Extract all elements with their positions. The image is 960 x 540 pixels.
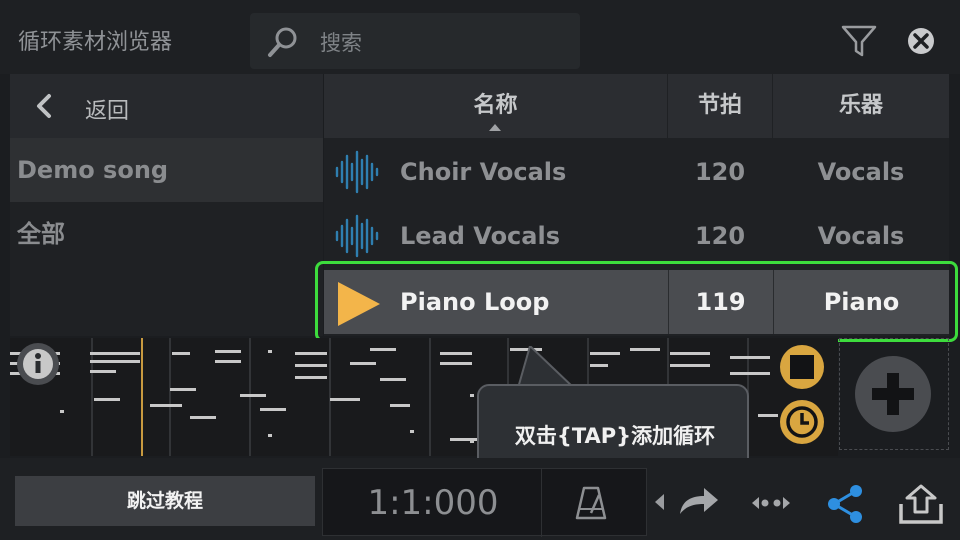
info-icon[interactable] [14, 340, 62, 388]
close-icon[interactable] [902, 22, 940, 60]
export-icon[interactable] [897, 482, 945, 526]
top-bar: 循环素材浏览器 搜索 [0, 0, 960, 74]
skip-tutorial-button[interactable]: 跳过教程 [15, 476, 315, 526]
search-icon [268, 27, 297, 57]
divider [541, 469, 542, 537]
transport-position: 1:1:000 [322, 468, 647, 537]
chevron-left-icon[interactable] [652, 492, 666, 512]
loop-bpm: 120 [694, 222, 746, 250]
loop-instrument: Vocals [817, 222, 905, 250]
table-row[interactable]: Lead Vocals 120 Vocals [324, 204, 949, 268]
share-icon[interactable] [824, 483, 866, 525]
sort-ascending-icon [489, 124, 501, 131]
tutorial-highlight-frame [315, 261, 958, 342]
loop-bpm: 120 [694, 158, 746, 186]
column-header-bpm[interactable]: 节拍 [668, 74, 772, 138]
clock-icon[interactable] [778, 398, 826, 446]
column-header-instrument[interactable]: 乐器 [773, 74, 949, 138]
position-display[interactable]: 1:1:000 [323, 469, 543, 537]
loop-icon[interactable] [750, 490, 792, 516]
add-icon[interactable] [854, 355, 932, 433]
tooltip-pointer [518, 346, 576, 388]
waveform-icon [335, 150, 379, 194]
stop-icon[interactable] [778, 343, 826, 391]
chevron-left-icon [37, 94, 51, 118]
table-row[interactable]: Choir Vocals 120 Vocals [324, 140, 949, 204]
search-field[interactable]: 搜索 [250, 13, 580, 69]
back-button[interactable]: 返回 [10, 74, 323, 138]
page-title: 循环素材浏览器 [18, 30, 173, 55]
loop-name: Lead Vocals [400, 222, 560, 250]
loop-name: Choir Vocals [400, 158, 567, 186]
sidebar-item-demo-song[interactable]: Demo song [10, 138, 323, 202]
back-label: 返回 [85, 99, 130, 124]
loop-instrument: Vocals [817, 158, 905, 186]
sidebar-item-all[interactable]: 全部 [10, 202, 323, 266]
metronome-icon[interactable] [573, 485, 609, 521]
category-panel: 返回 Demo song 全部 [10, 74, 323, 336]
filter-icon[interactable] [838, 22, 880, 60]
waveform-icon [335, 214, 379, 258]
redo-icon[interactable] [676, 484, 720, 520]
search-placeholder: 搜索 [320, 31, 362, 55]
